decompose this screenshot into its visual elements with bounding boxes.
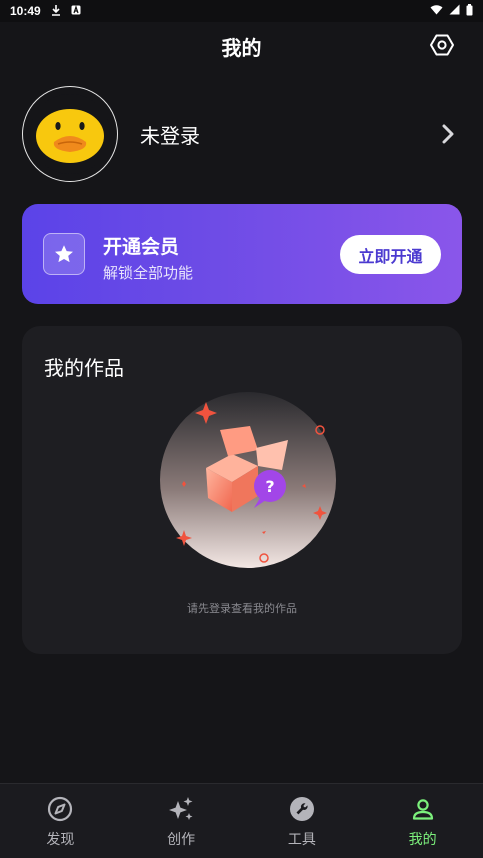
profile-row[interactable]: 未登录 bbox=[22, 86, 462, 182]
nav-label-create: 创作 bbox=[167, 832, 196, 848]
nav-item-tools[interactable]: 工具 bbox=[242, 784, 363, 858]
vip-title: 开通会员 bbox=[103, 236, 180, 258]
status-time: 10:49 bbox=[10, 4, 41, 18]
nav-item-create[interactable]: 创作 bbox=[121, 784, 242, 858]
nav-item-discover[interactable]: 发现 bbox=[0, 784, 121, 858]
notification-a-icon bbox=[71, 4, 81, 18]
signal-icon bbox=[449, 4, 460, 18]
chevron-right-icon[interactable] bbox=[438, 122, 458, 146]
profile-screen: 10:49 我的 未登录 开通会员 解锁全部功能 立即开通 我的作品 ? 请先登… bbox=[0, 0, 483, 858]
avatar[interactable] bbox=[22, 86, 118, 182]
works-title: 我的作品 bbox=[44, 356, 124, 380]
my-works-card: 我的作品 ? 请先登录查看我的作品 bbox=[22, 326, 462, 654]
wifi-icon bbox=[430, 4, 443, 18]
duck-avatar-icon bbox=[30, 94, 110, 174]
battery-icon bbox=[466, 3, 473, 19]
activate-vip-button[interactable]: 立即开通 bbox=[340, 235, 441, 274]
nav-label-tools: 工具 bbox=[287, 832, 316, 848]
nav-item-mine[interactable]: 我的 bbox=[362, 784, 483, 858]
svg-text:?: ? bbox=[265, 477, 274, 496]
sparkles-icon bbox=[167, 795, 195, 823]
settings-button[interactable] bbox=[427, 30, 457, 60]
vip-subtitle: 解锁全部功能 bbox=[103, 264, 194, 282]
nav-label-discover: 发现 bbox=[46, 832, 75, 848]
wrench-icon bbox=[288, 795, 316, 823]
empty-box-illustration-icon: ? bbox=[158, 390, 338, 570]
bottom-nav: 发现 创作 工具 我的 bbox=[0, 783, 483, 858]
status-bar: 10:49 bbox=[0, 0, 483, 22]
settings-hexagon-icon bbox=[430, 34, 454, 56]
person-icon bbox=[409, 795, 437, 823]
login-status-label[interactable]: 未登录 bbox=[140, 120, 200, 149]
download-icon bbox=[51, 4, 61, 19]
header: 我的 bbox=[0, 22, 483, 68]
empty-state-text: 请先登录查看我的作品 bbox=[187, 602, 297, 615]
nav-label-mine: 我的 bbox=[408, 832, 437, 848]
vip-banner[interactable]: 开通会员 解锁全部功能 立即开通 bbox=[22, 204, 462, 304]
page-title: 我的 bbox=[221, 36, 262, 60]
star-icon bbox=[43, 233, 85, 275]
compass-icon bbox=[46, 795, 74, 823]
